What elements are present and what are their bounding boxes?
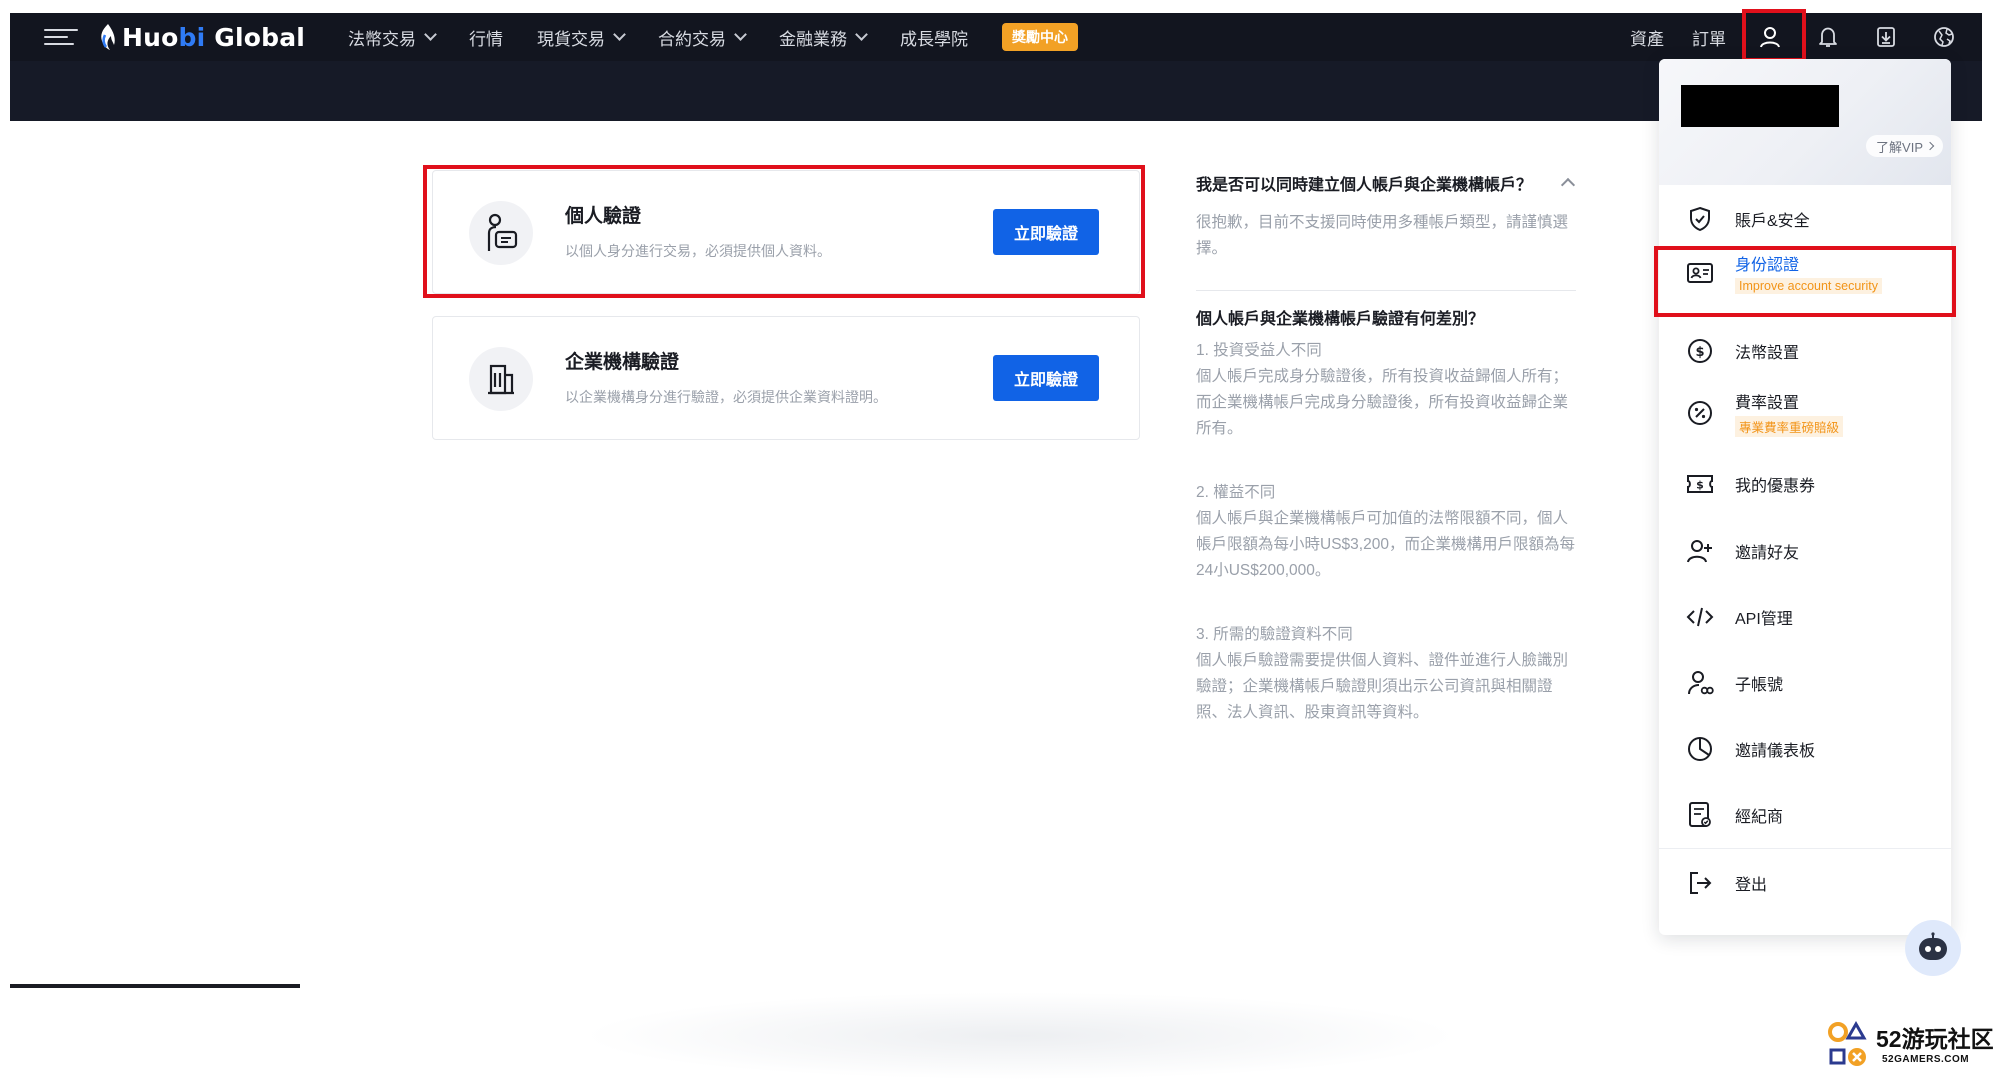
faq-section: 我是否可以同時建立個人帳戶與企業機構帳戶？ 很抱歉，目前不支援同時使用多種帳戶類…	[1196, 174, 1576, 726]
watermark-title: 52游玩社区	[1876, 1026, 1994, 1052]
chevron-down-icon	[734, 28, 747, 41]
watermark-logo: 52游玩社区 52GAMERS.COM	[1826, 1018, 1996, 1074]
nav-finance[interactable]: 金融業務	[779, 25, 868, 50]
card-title: 企業機構驗證	[565, 352, 680, 373]
menu-icon[interactable]	[44, 25, 78, 49]
blurred-footer	[580, 992, 1460, 1080]
bottom-divider	[10, 984, 300, 988]
download-icon[interactable]	[1866, 17, 1906, 57]
menu-item-fee-settings[interactable]: 費率設置 專業費率重磅賠級	[1659, 385, 1951, 441]
chevron-right-icon	[1925, 141, 1935, 151]
menu-item-logout[interactable]: 登出	[1659, 863, 1951, 903]
shield-check-icon	[1685, 204, 1715, 234]
coupon-icon: $	[1685, 469, 1715, 499]
personal-card-highlight	[423, 165, 1145, 298]
flame-logo-icon	[101, 24, 115, 50]
menu-item-label: API管理	[1735, 611, 1793, 628]
menu-item-label: 費率設置	[1735, 395, 1800, 412]
menu-item-broker[interactable]: 經紀商	[1659, 795, 1951, 835]
menu-item-sub-accounts[interactable]: 子帳號	[1659, 663, 1951, 703]
chatbot-icon[interactable]	[1905, 920, 1961, 976]
menu-item-invite-friends[interactable]: 邀請好友	[1659, 531, 1951, 571]
menu-item-subtitle: 專業費率重磅賠級	[1735, 416, 1844, 437]
menu-item-label: 經紀商	[1735, 809, 1784, 826]
faq-point-body-3: 個人帳戶驗證需要提供個人資料、證件並進行人臉識別驗證；企業機構帳戶驗證則須出示公…	[1196, 652, 1569, 721]
redacted-username	[1681, 85, 1839, 127]
enterprise-verification-card: 企業機構驗證 以企業機構身分進行驗證，必須提供企業資料證明。 立即驗證	[432, 316, 1140, 440]
menu-item-label: 登出	[1735, 877, 1768, 894]
top-navbar: Huobi Global 法幣交易 行情 現貨交易 合約交易 金融業務 成長學院…	[10, 13, 1982, 61]
add-user-icon	[1685, 536, 1715, 566]
faq-divider	[1196, 290, 1576, 291]
pie-chart-icon	[1685, 734, 1715, 764]
menu-item-label: 我的優惠券	[1735, 478, 1816, 495]
faq-point-body-2: 個人帳戶與企業機構帳戶可加值的法幣限額不同，個人帳戶限額為每小時US$3,200…	[1196, 510, 1575, 579]
menu-divider	[1659, 848, 1951, 849]
faq-question-1[interactable]: 我是否可以同時建立個人帳戶與企業機構帳戶？	[1196, 174, 1576, 198]
chevron-down-icon	[855, 28, 868, 41]
nav-orders[interactable]: 訂單	[1692, 25, 1726, 50]
chevron-down-icon	[613, 28, 626, 41]
faq-point-title-2: 2. 權益不同	[1196, 484, 1276, 501]
user-dropdown-menu: 了解VIP 賬戶&安全 身份認證 Improve account securit…	[1659, 59, 1951, 935]
globe-icon[interactable]	[1924, 17, 1964, 57]
logout-icon	[1685, 868, 1715, 898]
nav-fiat-trading[interactable]: 法幣交易	[348, 25, 437, 50]
faq-question-2[interactable]: 個人帳戶與企業機構帳戶驗證有何差別？	[1196, 308, 1576, 332]
nav-markets[interactable]: 行情	[469, 25, 503, 50]
main-nav: 法幣交易 行情 現貨交易 合約交易 金融業務 成長學院 獎勵中心	[348, 13, 1078, 61]
logo-text: Huobi Global	[122, 22, 306, 52]
svg-text:$: $	[1696, 479, 1704, 492]
code-icon	[1685, 602, 1715, 632]
menu-item-label: 法幣設置	[1735, 345, 1800, 362]
user-profile-header: 了解VIP	[1659, 59, 1951, 185]
card-description: 以企業機構身分進行驗證，必須提供企業資料證明。	[565, 389, 887, 405]
nav-contract-trading[interactable]: 合約交易	[658, 25, 747, 50]
faq-point-title-1: 1. 投資受益人不同	[1196, 342, 1322, 359]
verify-now-button[interactable]: 立即驗證	[993, 355, 1099, 401]
watermark-url: 52GAMERS.COM	[1882, 1054, 1970, 1065]
menu-item-label: 子帳號	[1735, 677, 1784, 694]
faq-point-title-3: 3. 所需的驗證資料不同	[1196, 626, 1353, 643]
learn-vip-link[interactable]: 了解VIP	[1866, 135, 1943, 157]
chevron-down-icon	[424, 28, 437, 41]
broker-doc-icon	[1685, 800, 1715, 830]
nav-spot-trading[interactable]: 現貨交易	[537, 25, 626, 50]
menu-item-label: 邀請好友	[1735, 545, 1800, 562]
nav-academy[interactable]: 成長學院	[900, 25, 968, 50]
user-icon-highlight	[1742, 9, 1806, 62]
logo[interactable]: Huobi Global	[98, 21, 305, 53]
percent-circle-icon	[1685, 398, 1715, 428]
nav-assets[interactable]: 資產	[1630, 25, 1664, 50]
dollar-circle-icon: $	[1685, 336, 1715, 366]
menu-item-label: 邀請儀表板	[1735, 743, 1816, 760]
menu-item-coupons[interactable]: $ 我的優惠券	[1659, 464, 1951, 504]
faq-answer-1: 很抱歉，目前不支援同時使用多種帳戶類型，請謹慎選擇。	[1196, 214, 1569, 257]
faq-point-body-1: 個人帳戶完成身分驗證後，所有投資收益歸個人所有；而企業機構帳戶完成身分驗證後，所…	[1196, 368, 1569, 437]
rewards-center-badge[interactable]: 獎勵中心	[1002, 23, 1078, 51]
menu-item-api-management[interactable]: API管理	[1659, 597, 1951, 637]
menu-item-account-security[interactable]: 賬戶&安全	[1659, 199, 1951, 239]
menu-item-fiat-settings[interactable]: $ 法幣設置	[1659, 331, 1951, 371]
sub-account-icon	[1685, 668, 1715, 698]
bell-icon[interactable]	[1808, 17, 1848, 57]
identity-item-highlight	[1654, 246, 1956, 317]
menu-item-invite-dashboard[interactable]: 邀請儀表板	[1659, 729, 1951, 769]
svg-text:$: $	[1695, 345, 1704, 360]
building-icon	[469, 347, 533, 411]
menu-item-label: 賬戶&安全	[1735, 213, 1810, 230]
